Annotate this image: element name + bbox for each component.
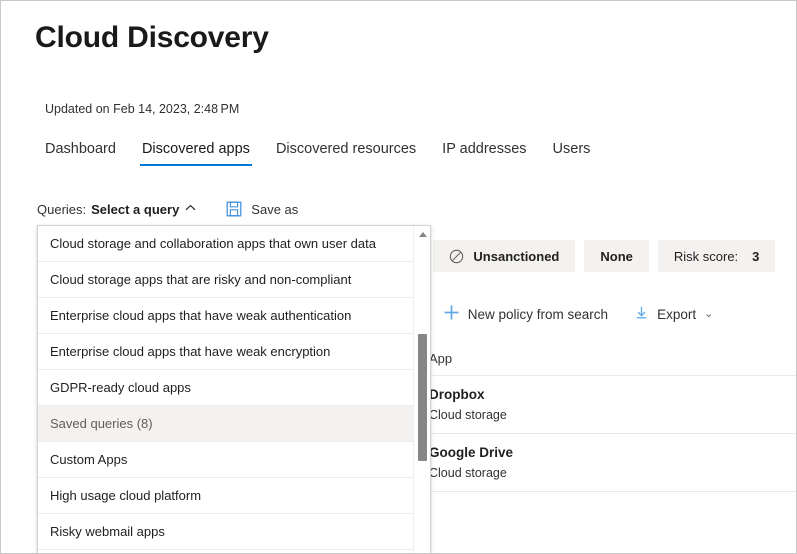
save-as-label: Save as [251, 201, 299, 217]
plus-icon [443, 304, 460, 324]
filter-none[interactable]: None [584, 240, 649, 272]
dropdown-item-cloud-storage-collaboration[interactable]: Cloud storage and collaboration apps tha… [38, 226, 415, 262]
tab-discovered-apps[interactable]: Discovered apps [129, 141, 263, 166]
dropdown-item-high-usage-cloud-platform[interactable]: High usage cloud platform [38, 478, 415, 514]
tab-users[interactable]: Users [540, 141, 604, 166]
dropdown-item-cloud-storage-risky[interactable]: Cloud storage apps that are risky and no… [38, 262, 415, 298]
new-policy-from-search-button[interactable]: New policy from search [443, 304, 608, 324]
tab-bar: Dashboard Discovered apps Discovered res… [45, 141, 603, 166]
dropdown-scrollbar[interactable] [413, 226, 430, 553]
tab-ip-addresses[interactable]: IP addresses [429, 141, 539, 166]
filter-unsanctioned[interactable]: Unsanctioned [433, 240, 576, 272]
risk-score-value: 3 [752, 248, 760, 264]
export-button[interactable]: Export ⌄ [634, 305, 713, 323]
new-policy-label: New policy from search [467, 306, 609, 322]
filter-unsanctioned-label: Unsanctioned [473, 248, 560, 264]
app-name: Google Drive [429, 445, 514, 460]
app-category: Cloud storage [429, 408, 507, 422]
dropdown-item-risky-webmail-apps[interactable]: Risky webmail apps [38, 514, 415, 550]
query-selector-button[interactable]: Select a query [91, 202, 179, 217]
page-title: Cloud Discovery [35, 21, 269, 54]
query-dropdown-menu: Cloud storage and collaboration apps tha… [37, 225, 431, 553]
filter-risk-score[interactable]: Risk score: 3 [657, 240, 776, 272]
dropdown-item-weak-encryption[interactable]: Enterprise cloud apps that have weak enc… [38, 334, 415, 370]
export-label: Export [657, 306, 697, 322]
chevron-up-icon[interactable] [185, 204, 196, 215]
queries-label: Queries: [37, 201, 87, 217]
app-name: Dropbox [429, 387, 485, 402]
download-icon [634, 305, 649, 323]
tab-discovered-resources[interactable]: Discovered resources [263, 141, 429, 166]
dropdown-item-custom-apps[interactable]: Custom Apps [38, 442, 415, 478]
last-updated-text: Updated on Feb 14, 2023, 2:48 PM [45, 102, 240, 116]
save-as-button[interactable]: Save as [226, 201, 298, 217]
query-dropdown-list: Cloud storage and collaboration apps tha… [38, 226, 415, 553]
queries-bar: Queries: Select a query Save as [37, 201, 298, 217]
save-icon [226, 201, 242, 217]
tab-dashboard[interactable]: Dashboard [45, 141, 129, 166]
dropdown-item-gdpr-ready[interactable]: GDPR-ready cloud apps [38, 370, 415, 406]
scrollbar-thumb[interactable] [418, 334, 427, 461]
chevron-down-icon: ⌄ [704, 307, 714, 320]
scroll-up-arrow-icon[interactable] [414, 226, 430, 243]
filter-none-label: None [600, 248, 633, 264]
dropdown-group-saved-queries: Saved queries (8) [38, 406, 415, 442]
dropdown-item-weak-authentication[interactable]: Enterprise cloud apps that have weak aut… [38, 298, 415, 334]
risk-score-label: Risk score: [673, 248, 739, 264]
app-category: Cloud storage [429, 466, 507, 480]
prohibition-icon [449, 249, 464, 264]
cloud-discovery-page: Cloud Discovery Updated on Feb 14, 2023,… [0, 0, 797, 554]
